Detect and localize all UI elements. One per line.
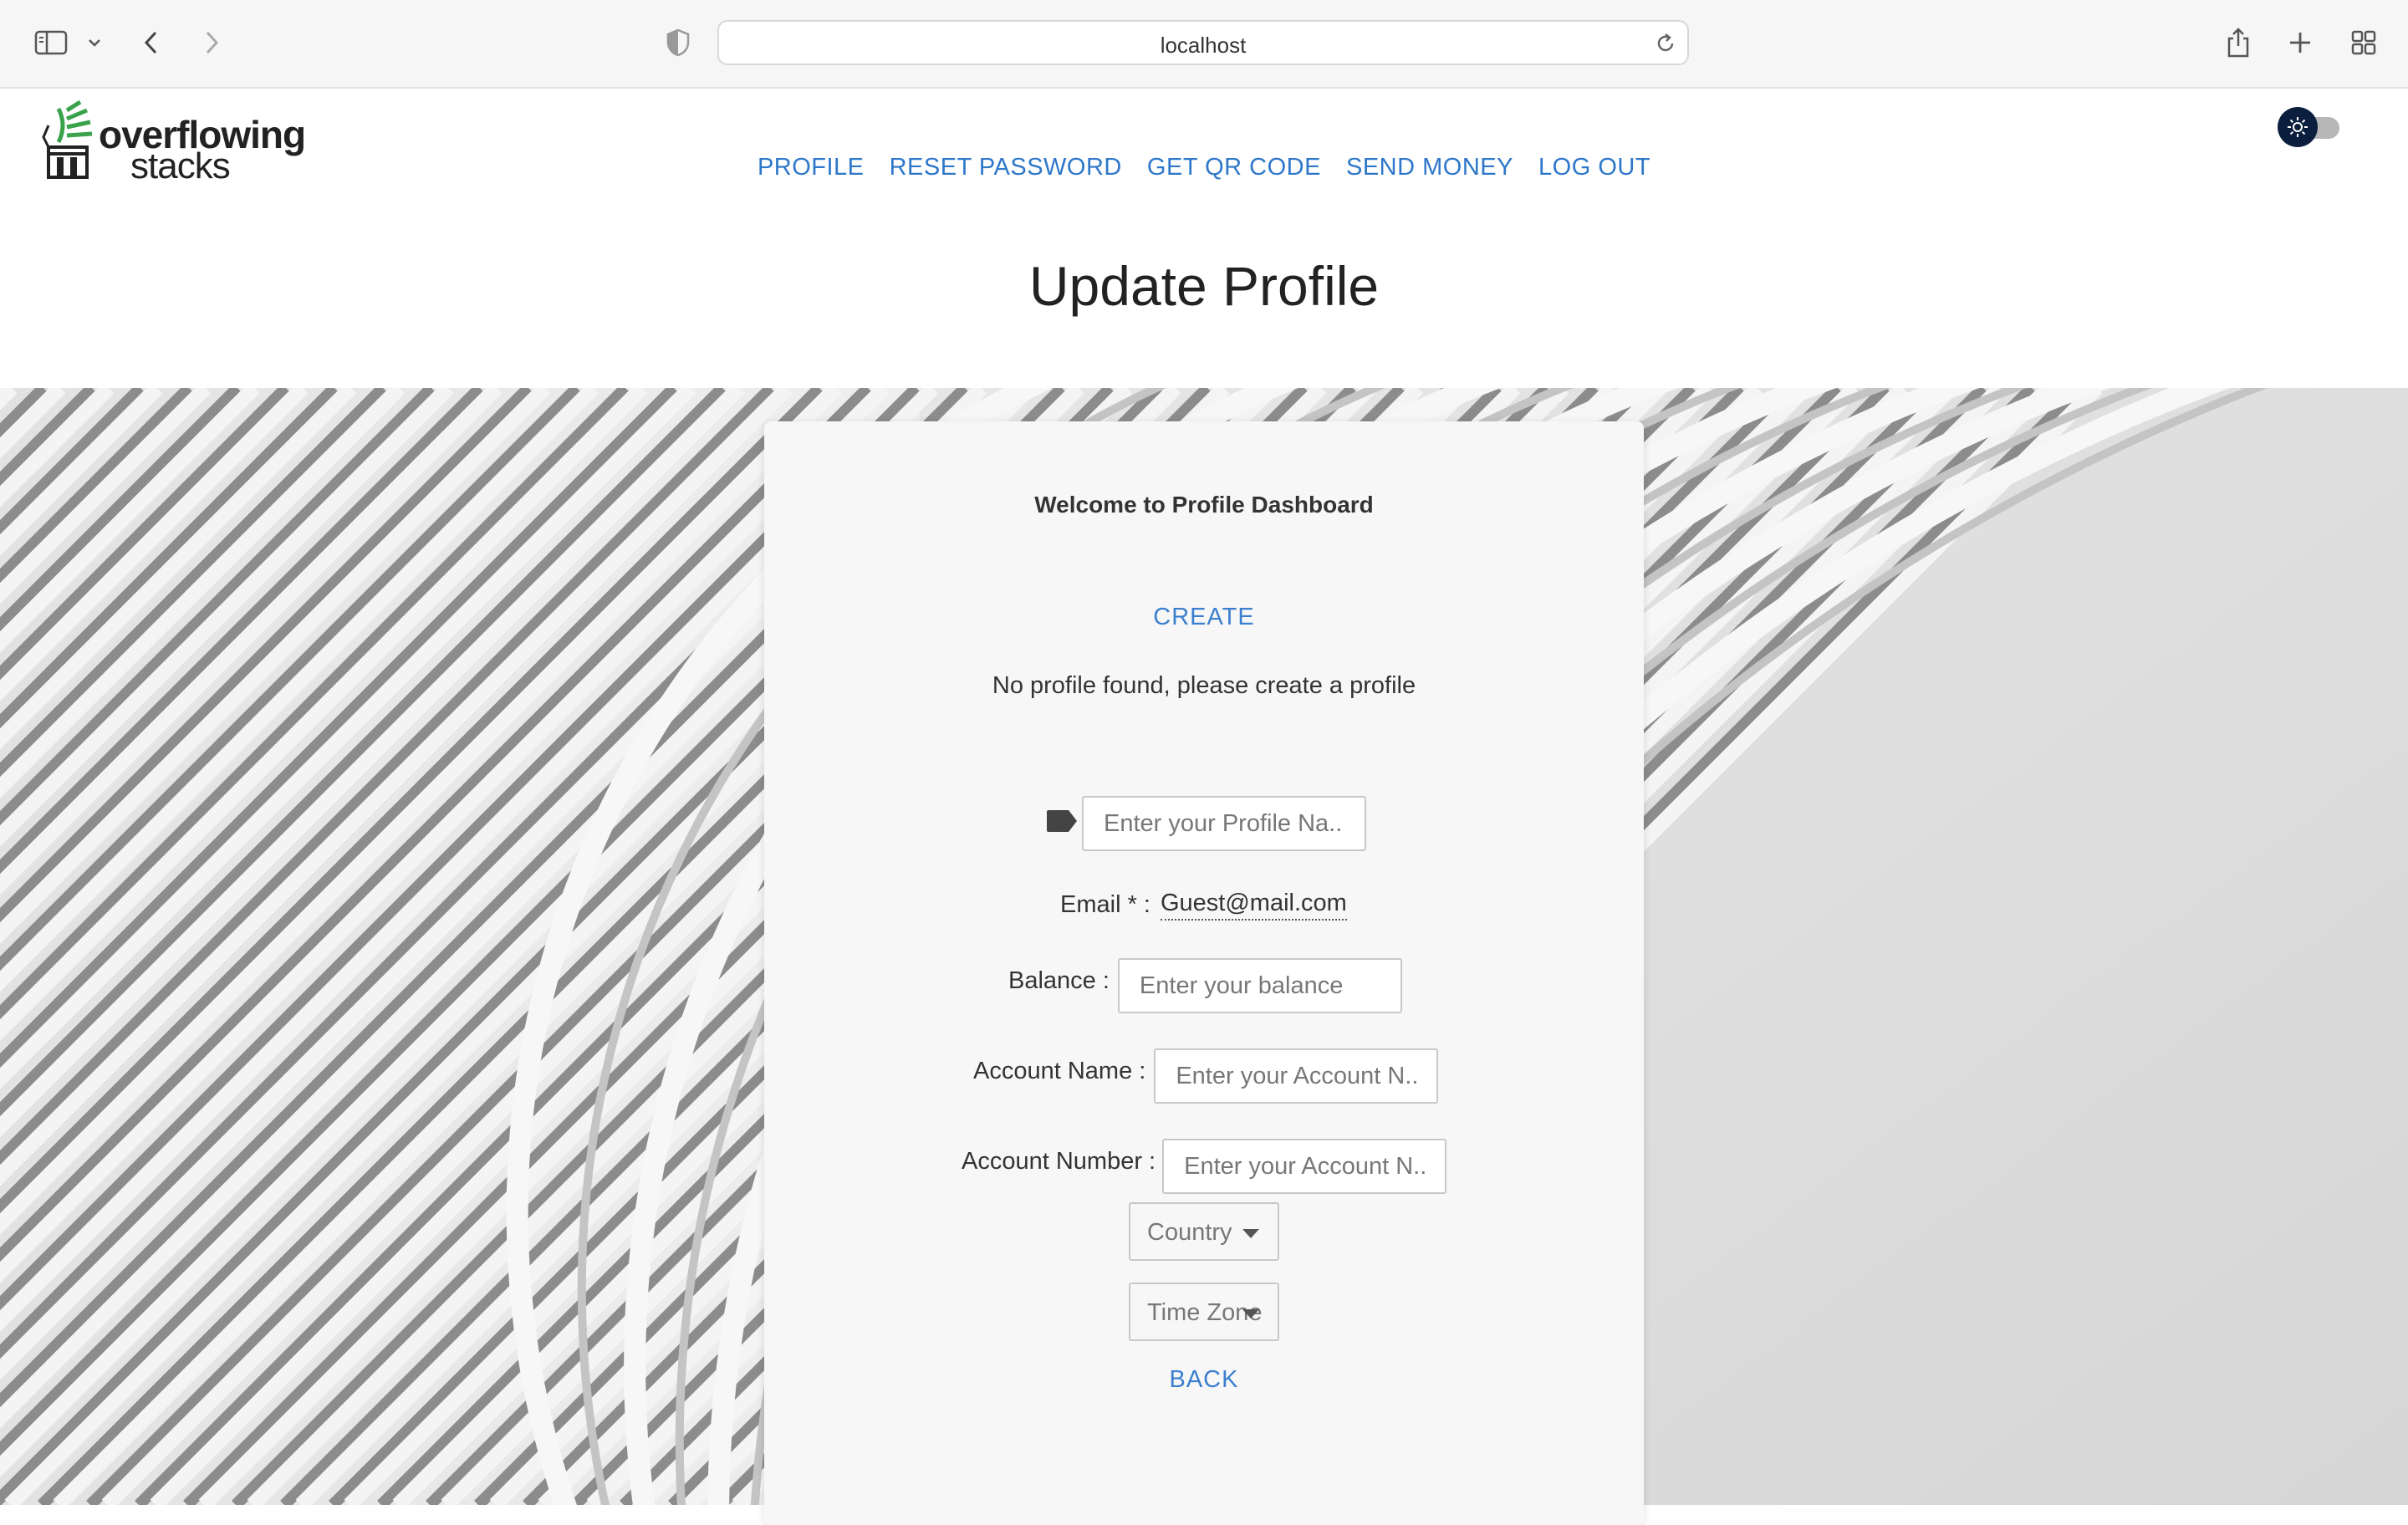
forward-icon[interactable]: [191, 22, 232, 64]
toggle-knob: [2278, 107, 2318, 147]
account-name-label: Account Name :: [973, 1057, 1146, 1084]
nav-get-qr-code[interactable]: GET QR CODE: [1147, 154, 1321, 181]
back-button[interactable]: BACK: [764, 1366, 1644, 1394]
theme-toggle[interactable]: [2278, 107, 2341, 147]
account-name-row: Account Name :: [973, 1048, 1439, 1104]
country-select-value: Country: [1147, 1219, 1232, 1246]
profile-card: Welcome to Profile Dashboard CREATE No p…: [764, 421, 1644, 1525]
account-number-label: Account Number :: [962, 1147, 1156, 1175]
page-title: Update Profile: [1028, 255, 1380, 317]
create-button[interactable]: CREATE: [764, 604, 1644, 631]
balance-label: Balance :: [1008, 967, 1110, 994]
tag-icon: [1047, 810, 1077, 832]
balance-input[interactable]: [1117, 958, 1402, 1013]
profile-name-input[interactable]: [1082, 796, 1366, 851]
nav-log-out[interactable]: LOG OUT: [1538, 154, 1650, 181]
address-bar[interactable]: localhost: [717, 20, 1689, 65]
chevron-down-icon: [1242, 1229, 1259, 1238]
email-value[interactable]: Guest@mail.com: [1160, 890, 1347, 921]
plus-icon[interactable]: [2279, 22, 2321, 64]
profile-name-row: [1045, 796, 1366, 851]
browser-toolbar: localhost: [0, 0, 2408, 89]
country-select[interactable]: Country: [1129, 1202, 1279, 1261]
account-name-input[interactable]: [1154, 1048, 1439, 1104]
email-label: Email * :: [1060, 891, 1150, 918]
nav-profile[interactable]: PROFILE: [758, 154, 865, 181]
chevron-down-icon: [1242, 1309, 1259, 1318]
no-profile-message: No profile found, please create a profil…: [992, 672, 1416, 699]
nav-reset-password[interactable]: RESET PASSWORD: [890, 154, 1122, 181]
tabs-grid-icon[interactable]: [2343, 22, 2385, 64]
chevron-down-icon[interactable]: [75, 22, 114, 64]
reload-icon[interactable]: [1654, 32, 1677, 55]
account-number-input[interactable]: [1162, 1139, 1447, 1194]
sun-icon: [2288, 117, 2308, 137]
url-text: localhost: [1160, 33, 1247, 58]
account-number-row: Account Number :: [962, 1139, 1447, 1194]
balance-row: Balance :: [1008, 958, 1402, 1013]
back-icon[interactable]: [130, 22, 172, 64]
email-row: Email * : Guest@mail.com: [1060, 890, 1347, 921]
timezone-select[interactable]: Time Zone: [1129, 1283, 1279, 1341]
share-icon[interactable]: [2217, 22, 2259, 64]
sidebar-icon[interactable]: [30, 22, 72, 64]
welcome-heading: Welcome to Profile Dashboard: [1034, 492, 1374, 518]
main-nav: PROFILE RESET PASSWORD GET QR CODE SEND …: [0, 154, 2408, 181]
shield-icon[interactable]: [657, 22, 699, 64]
nav-send-money[interactable]: SEND MONEY: [1346, 154, 1513, 181]
